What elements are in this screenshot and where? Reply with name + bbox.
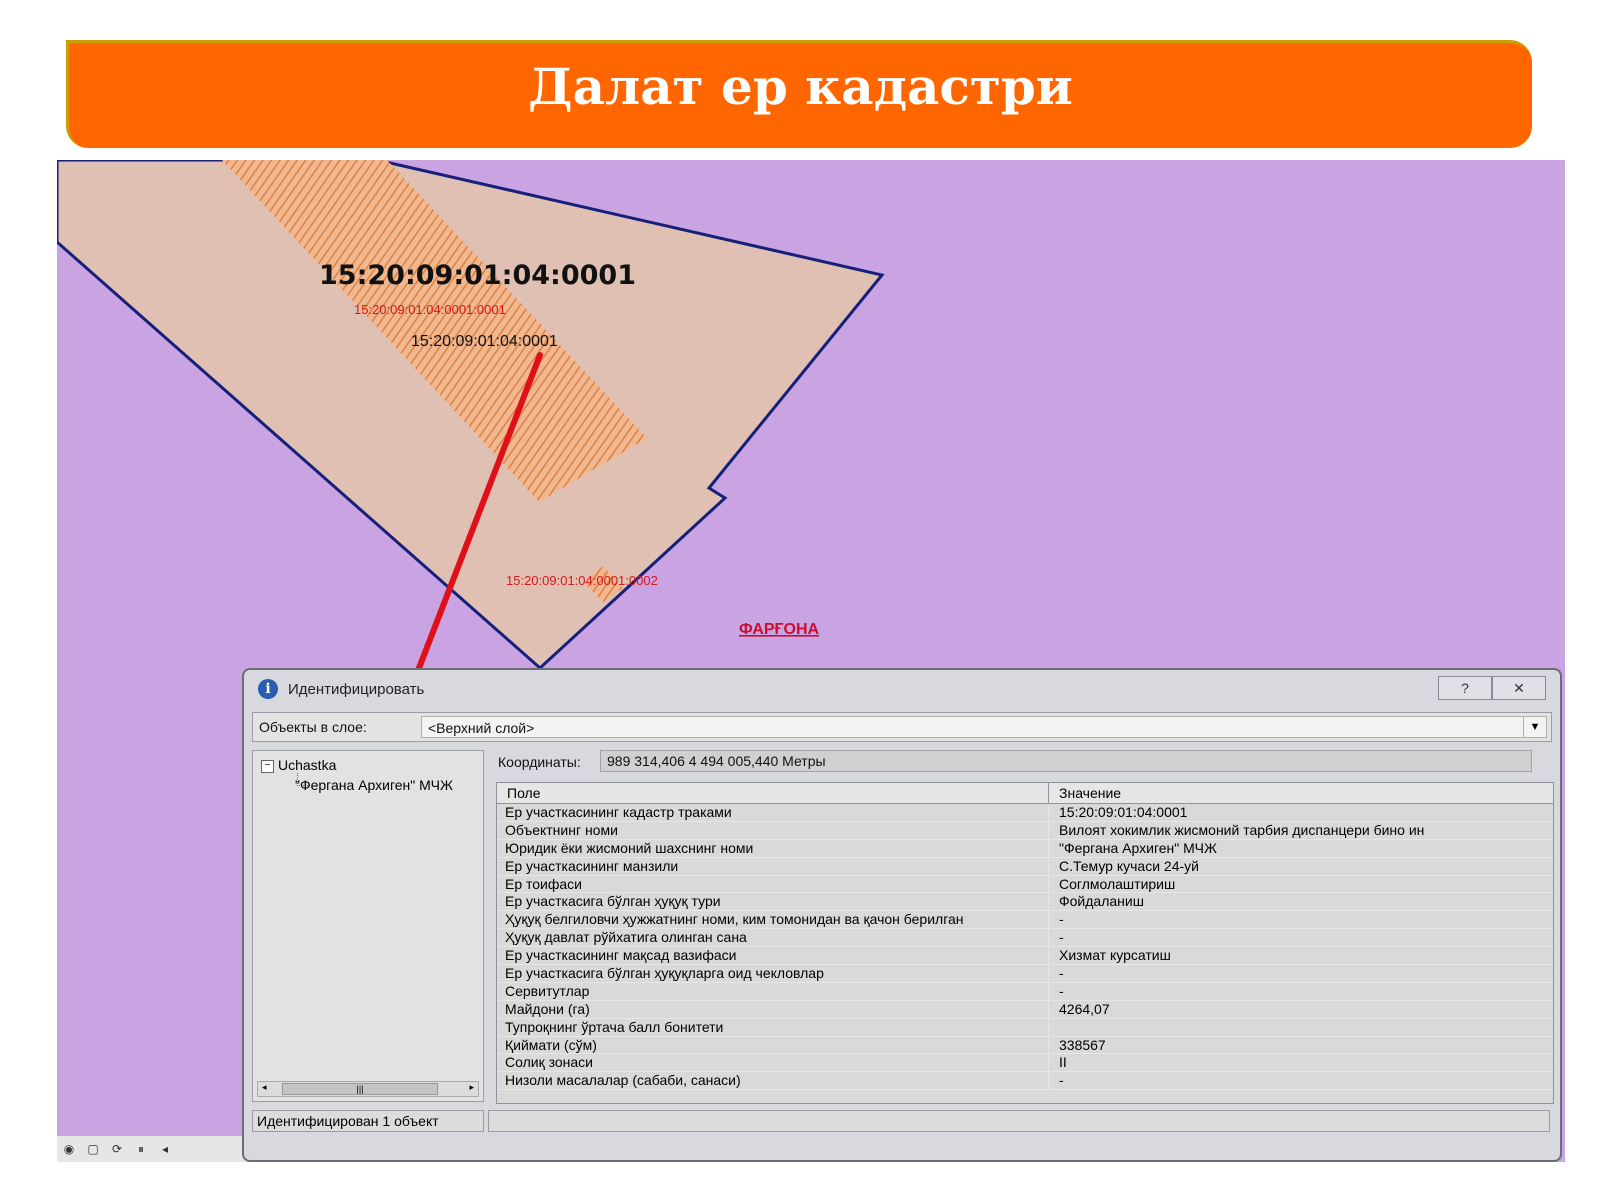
scroll-left-icon[interactable]: ◂ [262,1082,267,1093]
table-body: Ер участкасининг кадастр траками 15:20:09… [497,804,1553,1091]
refresh-icon[interactable]: ⟳ [109,1141,125,1157]
layer-row: Объекты в слое: <Верхний слой> ▼ [252,712,1552,742]
column-header-value[interactable]: Значение [1049,783,1553,803]
table-row[interactable]: Юридик ёки жисмоний шахснинг номи "Ферган… [497,839,1553,858]
table-row[interactable]: Ҳуқуқ белгиловчи ҳужжатнинг номи, ким то… [497,911,1553,930]
status-text: Идентифицирован 1 объект [252,1110,484,1132]
collapse-icon[interactable]: − [261,759,274,773]
table-row[interactable]: Ер участкасининг манзили С.Темур кучаси 2… [497,857,1553,876]
cell-field: Объектнинг номи [497,821,1049,839]
cell-field: Ер участкасига бўлган ҳуқуқ тури [497,893,1049,911]
cell-value: Соглмолаштириш [1059,875,1176,892]
table-header: Поле Значение [497,783,1553,804]
scroll-right-icon[interactable]: ▸ [469,1082,474,1093]
cell-value: 338567 [1059,1036,1106,1053]
cell-field: Тупроқнинг ўртача балл бонитети [497,1018,1049,1036]
table-row[interactable]: Сервитутлар - [497,982,1553,1001]
cell-value: Хизмат курсатиш [1059,947,1171,964]
attribute-table: Поле Значение Ер участкасининг кадастр т… [496,782,1554,1104]
page-title: Далат ер кадастри [528,57,1073,116]
globe-icon[interactable]: ◉ [61,1141,77,1157]
cell-value: - [1059,911,1064,928]
cell-field: Қиймати (сўм) [497,1036,1049,1054]
close-button[interactable]: ✕ [1492,676,1546,700]
cell-value: - [1059,929,1064,946]
table-row[interactable]: Ер тоифаси Соглмолаштириш [497,875,1553,894]
help-button[interactable]: ? [1438,676,1492,700]
cell-field: Майдони (га) [497,1000,1049,1018]
layer-label: Объекты в слое: [259,719,367,735]
cell-field: Солиқ зонаси [497,1054,1049,1072]
tree-node-root[interactable]: − Uchastka [261,757,336,773]
coords-row: Координаты: 989 314,406 4 494 005,440 Ме… [496,750,1556,774]
sub-parcel-label-1: 15:20:09:01:04:0001:0001 [354,302,506,317]
region-label[interactable]: ФАРҒОНА [739,621,820,638]
table-row[interactable]: Низоли масалалар (сабаби, санаси) - [497,1072,1553,1091]
layer-select[interactable]: <Верхний слой> ▼ [421,716,1547,738]
layer-select-value: <Верхний слой> [428,720,535,736]
status-bar [488,1110,1550,1132]
tree-node-child[interactable]: "Фергана Архиген" МЧЖ [295,777,481,793]
cell-field: Сервитутлар [497,982,1049,1000]
cell-value: - [1059,982,1064,999]
table-row[interactable]: Объектнинг номи Вилоят хокимлик жисмоний … [497,821,1553,840]
cell-value: - [1059,965,1064,982]
table-row[interactable]: Тупроқнинг ўртача балл бонитети [497,1018,1553,1037]
cell-field: Низоли масалалар (сабаби, санаси) [497,1072,1049,1090]
sub-parcel-label-2: 15:20:09:01:04:0001:0002 [506,573,658,588]
cell-field: Ер участкасининг кадастр траками [497,804,1049,821]
map-status-toolbar: ◉ ▢ ⟳ ⏸ ◂ [57,1136,251,1162]
page-icon[interactable]: ▢ [85,1141,101,1157]
scroll-thumb[interactable]: ||| [282,1083,438,1095]
cell-value: Фойдаланиш [1059,893,1144,910]
identify-dialog: i Идентифицировать ? ✕ Объекты в слое: <… [242,668,1562,1162]
cell-field: Ер тоифаси [497,875,1049,893]
cell-value: Вилоят хокимлик жисмоний тарбия диспанце… [1059,821,1425,838]
dialog-title: Идентифицировать [288,680,425,698]
table-row[interactable]: Солиқ зонаси II [497,1054,1553,1073]
pause-icon[interactable]: ⏸ [133,1141,149,1157]
table-row[interactable]: Ер участкасининг кадастр траками 15:20:09… [497,804,1553,822]
table-row[interactable]: Майдони (га) 4264,07 [497,1000,1553,1019]
cell-field: Ер участкасининг мақсад вазифаси [497,947,1049,965]
table-row[interactable]: Ер участкасига бўлган ҳуқуқларга оид чек… [497,965,1553,983]
arrow-left-icon[interactable]: ◂ [157,1141,173,1157]
chevron-down-icon[interactable]: ▼ [1523,717,1546,737]
cell-value: II [1059,1054,1067,1071]
cell-value [1049,1019,1553,1036]
cell-field: Юридик ёки жисмоний шахснинг номи [497,839,1049,857]
table-row[interactable]: Ер участкасига бўлган ҳуқуқ тури Фойдалан… [497,893,1553,912]
title-banner: Далат ер кадастри [66,40,1532,148]
cell-field: Ҳуқуқ белгиловчи ҳужжатнинг номи, ким то… [497,911,1049,929]
cell-value: - [1059,1072,1064,1089]
dialog-titlebar[interactable]: i Идентифицировать ? ✕ [258,676,1550,702]
tree-horizontal-scrollbar[interactable]: ◂ ||| ▸ [257,1081,479,1097]
table-row[interactable]: Ер участкасининг мақсад вазифаси Хизмат к… [497,947,1553,966]
info-icon: i [258,679,278,699]
parcel-label-2: 15:20:09:01:04:0001 [411,333,558,350]
cell-field: Ер участкасининг манзили [497,857,1049,875]
table-row[interactable]: Ҳуқуқ давлат рўйхатига олинган сана - [497,929,1553,948]
coords-label: Координаты: [498,754,581,770]
object-tree[interactable]: − Uchastka "Фергана Архиген" МЧЖ ◂ ||| ▸ [252,750,484,1102]
cell-value: "Фергана Архиген" МЧЖ [1059,839,1217,856]
cell-value: С.Темур кучаси 24-уй [1059,857,1199,874]
cell-value: 4264,07 [1059,1000,1110,1017]
cell-field: Ҳуқуқ давлат рўйхатига олинган сана [497,929,1049,947]
cell-value: 15:20:09:01:04:0001 [1059,804,1188,820]
tree-root-label: Uchastka [278,757,337,773]
coords-field[interactable]: 989 314,406 4 494 005,440 Метры [600,750,1532,772]
cell-field: Ер участкасига бўлган ҳуқуқларга оид чек… [497,965,1049,982]
column-header-field[interactable]: Поле [497,783,1049,803]
parcel-main-label: 15:20:09:01:04:0001 [319,260,636,291]
table-row[interactable]: Қиймати (сўм) 338567 [497,1036,1553,1055]
